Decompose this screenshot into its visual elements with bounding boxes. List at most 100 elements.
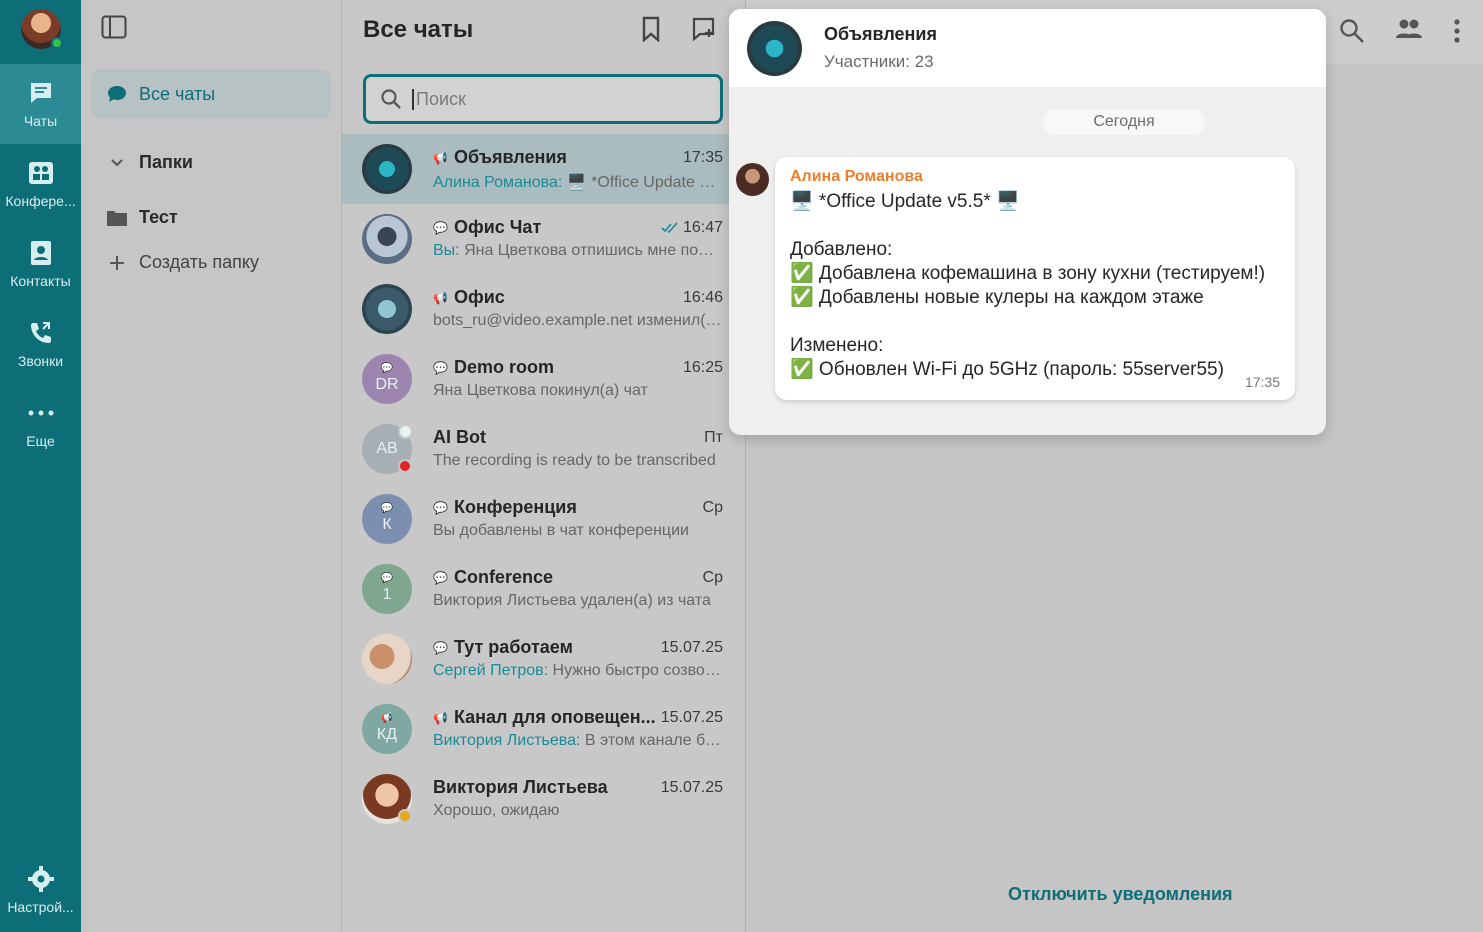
kebab-menu-icon[interactable] [1453, 18, 1461, 49]
read-check-icon [661, 222, 678, 234]
channel-preview-popup: Объявления Участники: 23 Сегодня Алина Р… [729, 9, 1326, 435]
message-line [790, 214, 1280, 238]
chat-item-office-chat[interactable]: 💬 Офис Чат 16:47 Вы: Яна Цветкова отпишис… [342, 204, 746, 274]
folder-all-chats[interactable]: Все чаты [91, 69, 331, 119]
phone-icon [27, 319, 55, 347]
rail-item-label: Контакты [10, 273, 71, 289]
create-folder-label: Создать папку [139, 252, 259, 272]
chat-item-victoria[interactable]: Виктория Листьева 15.07.25 Хорошо, ожида… [342, 764, 746, 834]
chat-time: 16:46 [682, 289, 723, 306]
chat-time: 17:35 [682, 149, 723, 166]
preview-text: Хорошо, ожидаю [433, 802, 560, 819]
channel-icon: 📢 [433, 150, 448, 165]
chat-time: 16:47 [682, 219, 723, 236]
message-bubble: Алина Романова 🖥️ *Office Update v5.5* 🖥… [775, 157, 1295, 400]
chat-bubble-icon [27, 79, 55, 107]
channel-avatar [747, 21, 802, 76]
more-dots-icon [27, 399, 55, 427]
mute-notifications-button[interactable]: Отключить уведомления [1008, 884, 1233, 905]
contacts-icon [27, 239, 55, 267]
rail-item-label: Настрой... [7, 899, 74, 915]
chat-item-conference-ru[interactable]: 💬 К 💬 Конференция Ср Вы добавлены в чат ко… [342, 484, 746, 554]
chat-preview: Вы добавлены в чат конференции [433, 522, 723, 540]
new-chat-icon[interactable] [690, 16, 718, 47]
chat-preview: Виктория Листьева удален(а) из чата [433, 592, 723, 610]
avatar-initials: КД [376, 726, 398, 743]
chat-time: Ср [702, 569, 723, 586]
chat-item-work-here[interactable]: 💬 Тут работаем 15.07.25 Сергей Петров: Ну… [342, 624, 746, 694]
rail-item-more[interactable]: Еще [0, 384, 81, 464]
preview-sender: Вы: [433, 242, 460, 259]
message-line [790, 310, 1280, 334]
group-chat-icon: 💬 [380, 573, 394, 584]
preview-text: 🖥️ *Office Update v5.5* 🖥️ [566, 174, 723, 191]
folder-group-label: Папки [139, 152, 193, 172]
group-chat-icon: 💬 [380, 503, 394, 514]
channel-name: Объявления [824, 24, 937, 44]
rail-item-chats[interactable]: Чаты [0, 64, 81, 144]
group-chat-icon: 💬 [433, 570, 448, 585]
search-icon [381, 89, 401, 109]
avatar-initials: AB [376, 440, 398, 457]
rail-item-label: Звонки [17, 353, 64, 369]
chat-title: Conference [453, 567, 553, 587]
rail-item-contacts[interactable]: Контакты [0, 224, 81, 304]
message-line: ✅ Добавлены новые кулеры на каждом этаже [790, 287, 1204, 308]
status-dot-busy [398, 459, 412, 473]
preview-text: В этом канале будут [580, 732, 723, 749]
avatar: 💬 DR [362, 354, 412, 404]
chat-item-announcements[interactable]: 📢 Объявления 17:35 Алина Романова: 🖥️ *Of… [342, 134, 746, 204]
chat-preview: bots_ru@video.example.net изменил(а) ава… [433, 312, 723, 330]
folder-label: Все чаты [139, 83, 216, 104]
chat-title: Канал для оповещен... [453, 707, 656, 727]
members-icon[interactable] [1395, 18, 1423, 49]
chat-preview: The recording is ready to be transcribed [433, 452, 723, 470]
folder-icon [107, 209, 127, 226]
chat-item-conference-en[interactable]: 💬 1 💬 Conference Ср Виктория Листьева удал… [342, 554, 746, 624]
sidebar-toggle-icon[interactable] [101, 15, 127, 39]
message-line: 🖥️ *Office Update v5.5* 🖥️ [790, 191, 1020, 212]
rail-item-conferences[interactable]: Конфере... [0, 144, 81, 224]
chat-title: AI Bot [433, 427, 486, 447]
chat-time: 15.07.25 [660, 709, 723, 726]
chat-item-demo-room[interactable]: 💬 DR 💬 Demo room 16:25 Яна Цветкова покину… [342, 344, 746, 414]
chat-title: Тут работаем [453, 637, 573, 657]
preview-sender: Виктория Листьева: [433, 732, 581, 749]
group-chat-icon: 💬 [380, 363, 394, 374]
chat-title: Конференция [453, 497, 577, 517]
folders-group[interactable]: Папки [107, 152, 193, 173]
folder-test[interactable]: Тест [107, 207, 178, 228]
chat-item-office[interactable]: 📢 Офис 16:46 bots_ru@video.example.net из… [342, 274, 746, 344]
chat-time: 15.07.25 [660, 779, 723, 796]
avatar: 💬 1 [362, 564, 412, 614]
chat-item-notify-channel[interactable]: 📢 КД 📢 Канал для оповещен... 15.07.25 Викт… [342, 694, 746, 764]
search-icon[interactable] [1339, 18, 1365, 49]
bookmark-icon[interactable] [640, 16, 662, 47]
chat-title: Виктория Листьева [433, 777, 608, 797]
online-status-dot [51, 37, 63, 49]
chat-title: Demo room [453, 357, 554, 377]
avatar [362, 284, 412, 334]
conference-icon [27, 159, 55, 187]
avatar [362, 214, 412, 264]
chat-time: 15.07.25 [660, 639, 723, 656]
preview-text: Яна Цветкова покинул(а) чат [433, 382, 648, 399]
bot-badge-icon [398, 424, 413, 439]
chat-time: 16:25 [682, 359, 723, 376]
rail-item-settings[interactable]: Настрой... [0, 850, 81, 930]
preview-text: Виктория Листьева удален(а) из чата [433, 592, 711, 609]
create-folder-button[interactable]: Создать папку [107, 252, 259, 273]
chat-preview: Сергей Петров: Нужно быстро созвониться [433, 662, 723, 680]
message-author: Алина Романова [790, 168, 923, 185]
message-line: Добавлено: [790, 239, 893, 260]
message-time: 17:35 [1244, 374, 1280, 390]
rail-item-label: Еще [26, 433, 55, 449]
chat-item-ai-bot[interactable]: AB AI Bot Пт The recording is ready to b… [342, 414, 746, 484]
status-dot-away [398, 809, 412, 823]
chat-preview: Вы: Яна Цветкова отпишись мне пожалуйста [433, 242, 723, 260]
rail-item-calls[interactable]: Звонки [0, 304, 81, 384]
date-separator: Сегодня [1043, 109, 1205, 135]
avatar [362, 144, 412, 194]
search-input[interactable] [412, 88, 702, 110]
my-avatar[interactable] [21, 9, 63, 49]
